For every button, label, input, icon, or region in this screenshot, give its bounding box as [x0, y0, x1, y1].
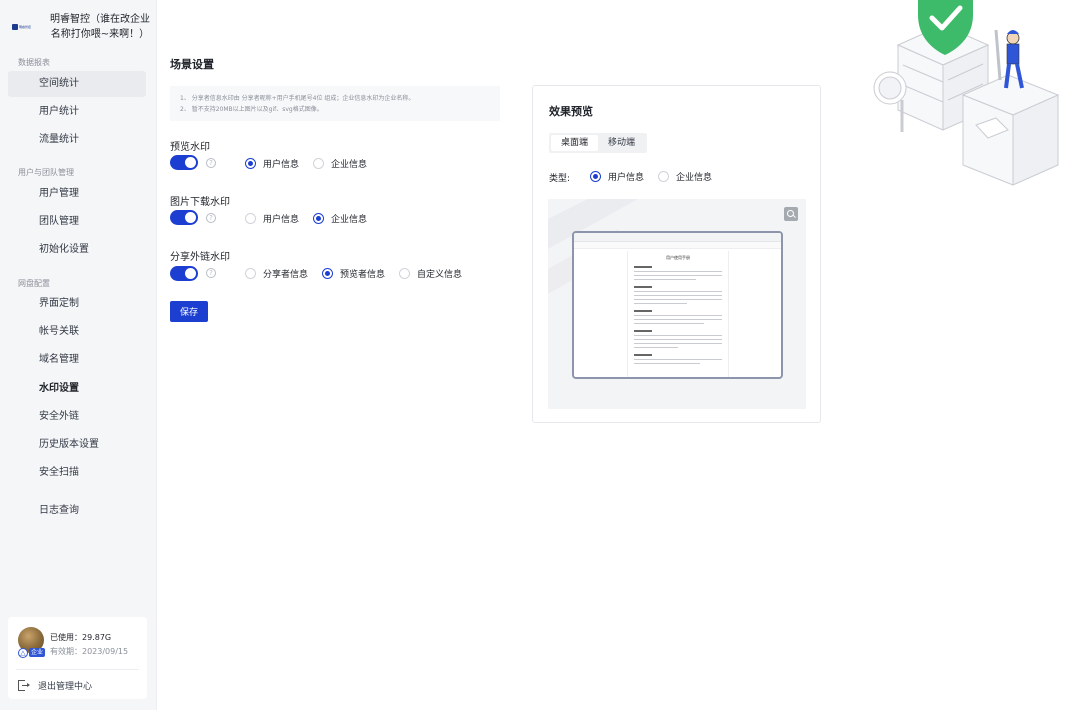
share-link-watermark-label: 分享外链水印	[170, 252, 230, 263]
help-icon[interactable]: ?	[206, 268, 216, 278]
sidebar: 明睿智控 明睿智控（谁在改企业名称打你喂~来啊！） 数据报表 空间统计 用户统计…	[0, 0, 157, 710]
sidebar-item-init-settings[interactable]: 初始化设置	[8, 237, 146, 263]
divider	[16, 669, 139, 670]
mock-document: 用户使用手册	[627, 251, 729, 377]
image-download-watermark-toggle[interactable]	[170, 210, 198, 225]
expire-date: 有效期：2023/09/15	[50, 647, 129, 656]
image-download-watermark-label: 图片下载水印	[170, 197, 230, 208]
share-wm-custom-radio[interactable]: 自定义信息	[399, 267, 462, 280]
help-icon[interactable]: ?	[206, 213, 216, 223]
preview-watermark-toggle[interactable]	[170, 155, 198, 170]
sidebar-item-user-management[interactable]: 用户管理	[8, 181, 146, 207]
sidebar-item-space-stats[interactable]: 空间统计	[8, 71, 146, 97]
company-name: 明睿智控（谁在改企业名称打你喂~来啊！）	[50, 14, 150, 40]
download-wm-user-radio[interactable]: 用户信息	[245, 212, 299, 225]
sidebar-item-traffic-stats[interactable]: 流量统计	[8, 127, 146, 153]
preview-tabs: 桌面端 移动端	[549, 133, 648, 153]
enterprise-icon: △	[18, 647, 28, 658]
notice-box: 1、 分享者信息水印由 分享者昵称+用户手机尾号4位 组成；企业信息水印为企业名…	[170, 86, 500, 121]
share-wm-viewer-radio[interactable]: 预览者信息	[322, 267, 385, 280]
user-card: △ 企业 已使用：29.87G 有效期：2023/09/15 退出管理中心	[8, 617, 147, 699]
notice-line: 1、 分享者信息水印由 分享者昵称+用户手机尾号4位 组成；企业信息水印为企业名…	[180, 95, 415, 102]
logo-mark-icon	[12, 24, 18, 30]
sidebar-item-team-management[interactable]: 团队管理	[8, 209, 146, 235]
sidebar-item-domain[interactable]: 域名管理	[8, 347, 146, 373]
preview-title: 效果预览	[549, 105, 593, 118]
storage-used: 已使用：29.87G	[50, 633, 112, 642]
logout-button[interactable]: 退出管理中心	[18, 678, 92, 692]
nav-group-reports: 数据报表	[18, 58, 50, 67]
help-icon[interactable]: ?	[206, 158, 216, 168]
nav-group-drive-config: 网盘配置	[18, 279, 50, 288]
share-link-watermark-toggle[interactable]	[170, 266, 198, 281]
sidebar-item-secure-link[interactable]: 安全外链	[8, 404, 146, 430]
save-button[interactable]: 保存	[170, 301, 208, 322]
sidebar-item-user-stats[interactable]: 用户统计	[8, 99, 146, 125]
sidebar-item-history-version[interactable]: 历史版本设置	[8, 432, 146, 458]
sidebar-item-security-scan[interactable]: 安全扫描	[8, 460, 146, 486]
enterprise-badge: △ 企业	[18, 647, 46, 658]
zoom-icon[interactable]	[784, 207, 798, 221]
preview-stage: 用户使用手册	[548, 199, 806, 409]
sidebar-item-account-link[interactable]: 帐号关联	[8, 319, 146, 345]
logout-icon	[18, 679, 30, 691]
preview-wm-company-radio[interactable]: 企业信息	[313, 157, 367, 170]
desktop-preview-mockup: 用户使用手册	[572, 231, 783, 379]
sidebar-item-ui-custom[interactable]: 界面定制	[8, 291, 146, 317]
tab-mobile[interactable]: 移动端	[598, 135, 645, 151]
preview-watermark-label: 预览水印	[170, 142, 210, 153]
brand: 明睿智控 明睿智控（谁在改企业名称打你喂~来啊！）	[12, 12, 152, 42]
sidebar-item-log-query[interactable]: 日志查询	[8, 498, 146, 524]
notice-line: 2、 暂不支持20MB以上图片以及gif、svg格式图像。	[180, 106, 323, 113]
download-wm-company-radio[interactable]: 企业信息	[313, 212, 367, 225]
preview-type-company-radio[interactable]: 企业信息	[658, 170, 712, 183]
tab-desktop[interactable]: 桌面端	[551, 135, 599, 151]
page-title: 场景设置	[170, 58, 214, 71]
share-wm-sharer-radio[interactable]: 分享者信息	[245, 267, 308, 280]
sidebar-item-watermark[interactable]: 水印设置	[8, 376, 146, 402]
preview-panel: 效果预览 桌面端 移动端 类型: 用户信息 企业信息 用户使用手册	[532, 85, 821, 423]
preview-wm-user-radio[interactable]: 用户信息	[245, 157, 299, 170]
type-label: 类型:	[549, 174, 571, 184]
brand-logo: 明睿智控	[12, 23, 42, 31]
security-illustration	[873, 0, 1060, 186]
nav-group-users-teams: 用户与团队管理	[18, 168, 74, 177]
preview-type-user-radio[interactable]: 用户信息	[590, 170, 644, 183]
